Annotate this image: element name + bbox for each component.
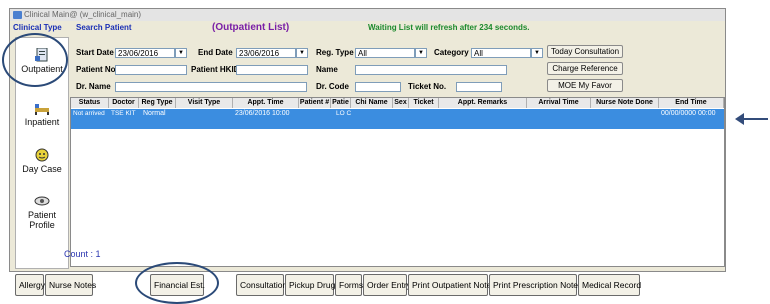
sidebar-item-label: Patient Profile xyxy=(27,210,57,230)
patient-no-field[interactable] xyxy=(115,65,187,75)
ticket-no-label: Ticket No. xyxy=(408,82,447,91)
reg-type-dropdown[interactable]: ▼ xyxy=(415,48,427,58)
outpatient-list-table: Status Doctor Reg Type Visit Type Appt. … xyxy=(70,97,725,267)
end-date-label: End Date xyxy=(198,48,233,57)
start-date-label: Start Date xyxy=(76,48,114,57)
column-header-status[interactable]: Status xyxy=(71,98,109,108)
start-date-dropdown[interactable]: ▼ xyxy=(175,48,187,58)
end-date-dropdown[interactable]: ▼ xyxy=(296,48,308,58)
patient-profile-icon xyxy=(34,196,50,206)
forms-button[interactable]: Forms xyxy=(335,274,363,296)
print-prescription-notes-button[interactable]: Print Prescription Notes xyxy=(489,274,582,296)
consultation-button[interactable]: Consultation xyxy=(236,274,287,296)
column-header-ticket[interactable]: Ticket xyxy=(409,98,439,108)
reg-type-label: Reg. Type xyxy=(316,48,354,57)
category-dropdown[interactable]: ▼ xyxy=(531,48,543,58)
allergy-button[interactable]: Allergy xyxy=(15,274,45,296)
clinical-main-window: Clinical Main@ (w_clinical_main) Clinica… xyxy=(9,8,726,272)
window-title: Clinical Main@ (w_clinical_main) xyxy=(24,10,142,19)
dr-name-label: Dr. Name xyxy=(76,82,111,91)
name-field[interactable] xyxy=(355,65,507,75)
pickup-drug-button[interactable]: Pickup Drug xyxy=(285,274,335,296)
medical-record-button[interactable]: Medical Record xyxy=(578,274,641,296)
charge-reference-button[interactable]: Charge Reference xyxy=(547,62,623,75)
cell-end-time: 00/00/0000 00:00 xyxy=(661,110,716,117)
annotation-arrow-icon xyxy=(735,113,744,125)
title-bar: Clinical Main@ (w_clinical_main) xyxy=(10,9,725,21)
cell-reg-type: Normal xyxy=(143,110,166,117)
order-entry-button[interactable]: Order Entry xyxy=(363,274,411,296)
sidebar-item-patient-profile[interactable]: Patient Profile xyxy=(16,194,68,230)
cell-visit-type xyxy=(176,109,233,119)
sidebar-item-day-case[interactable]: Day Case xyxy=(16,148,68,174)
dr-code-label: Dr. Code xyxy=(316,82,349,91)
annotation-circle-outpatient xyxy=(2,33,68,87)
patient-hkid-field[interactable] xyxy=(236,65,308,75)
column-header-patient-no[interactable]: Patient # xyxy=(299,98,331,108)
dr-code-field[interactable] xyxy=(355,82,401,92)
column-header-end-time[interactable]: End Time xyxy=(659,98,724,108)
patient-no-label: Patient No. xyxy=(76,65,118,74)
refresh-notice: Waiting List will refresh after 234 seco… xyxy=(368,23,530,32)
category-select[interactable]: All xyxy=(471,48,531,58)
table-row[interactable]: Not arrived TSE KIT Normal 23/06/2016 10… xyxy=(71,109,724,129)
annotation-circle-financial-est xyxy=(135,262,219,304)
cell-appt-time: 23/06/2016 10:00 xyxy=(235,110,290,117)
print-outpatient-notes-button[interactable]: Print Outpatient Notes xyxy=(408,274,496,296)
sidebar-item-label: Day Case xyxy=(22,164,62,174)
reg-type-select[interactable]: All xyxy=(355,48,415,58)
page-title: (Outpatient List) xyxy=(212,22,290,33)
name-label: Name xyxy=(316,65,338,74)
cell-doctor: TSE KIT xyxy=(111,110,136,117)
sidebar-item-label: Inpatient xyxy=(24,117,60,127)
column-header-doctor[interactable]: Doctor xyxy=(109,98,139,108)
search-patient-link[interactable]: Search Patient xyxy=(76,22,132,34)
dr-name-field[interactable] xyxy=(115,82,307,92)
column-header-nurse-note-done[interactable]: Nurse Note Done xyxy=(591,98,659,108)
column-header-appt-remarks[interactable]: Appt. Remarks xyxy=(439,98,527,108)
column-header-appt-time[interactable]: Appt. Time xyxy=(233,98,299,108)
column-header-visit-type[interactable]: Visit Type xyxy=(176,98,233,108)
inpatient-icon xyxy=(35,104,49,115)
column-header-reg-type[interactable]: Reg Type xyxy=(139,98,176,108)
ticket-no-field[interactable] xyxy=(456,82,502,92)
nurse-notes-button[interactable]: Nurse Notes xyxy=(45,274,96,296)
cell-patient-name: LO C xyxy=(336,110,352,117)
day-case-icon xyxy=(35,148,49,162)
column-header-arrival-time[interactable]: Arrival Time xyxy=(527,98,591,108)
moe-my-favor-button[interactable]: MOE My Favor xyxy=(547,79,623,92)
column-header-patient[interactable]: Patie xyxy=(331,98,351,108)
sidebar-item-inpatient[interactable]: Inpatient xyxy=(16,101,68,127)
column-header-sex[interactable]: Sex xyxy=(393,98,409,108)
column-header-chi-name[interactable]: Chi Name xyxy=(351,98,393,108)
patient-hkid-label: Patient HKID xyxy=(191,65,240,74)
end-date-field[interactable]: 23/06/2016 xyxy=(236,48,296,58)
app-icon xyxy=(13,11,22,19)
start-date-field[interactable]: 23/06/2016 xyxy=(115,48,175,58)
cell-status: Not arrived xyxy=(73,110,105,117)
record-count: Count : 1 xyxy=(64,249,101,259)
category-label: Category xyxy=(434,48,469,57)
today-consultation-button[interactable]: Today Consultation xyxy=(547,45,623,58)
